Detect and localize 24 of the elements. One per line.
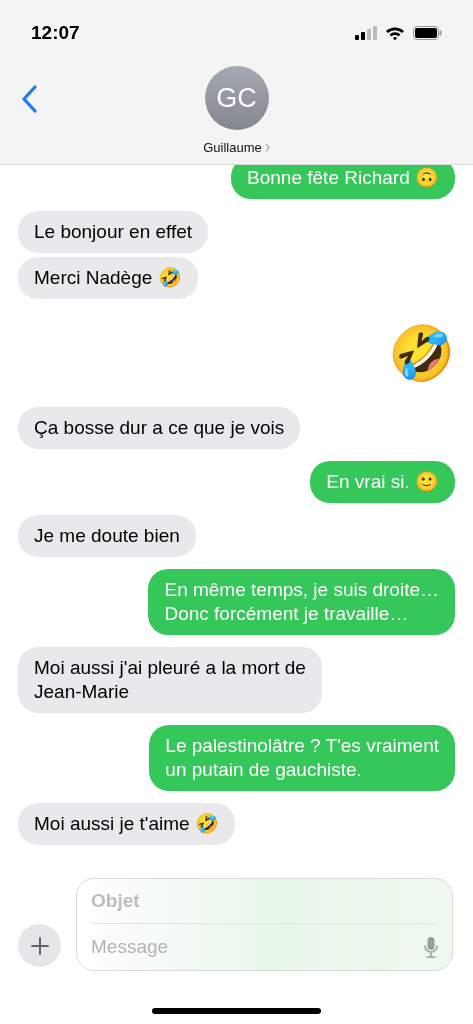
status-time: 12:07 <box>31 20 80 45</box>
emoji-message: 🤣 <box>388 323 455 383</box>
received-message-bubble: Moi aussi je t'aime 🤣 <box>18 803 235 845</box>
microphone-icon <box>424 936 438 958</box>
wifi-icon <box>385 25 405 41</box>
sent-message-bubble: En vrai si. 🙂 <box>310 461 455 503</box>
signal-icon <box>355 26 377 40</box>
back-chevron-icon <box>21 85 37 113</box>
sent-message-bubble: En même temps, je suis droite… Donc forcément je travaille… <box>148 569 455 635</box>
battery-icon <box>413 26 442 40</box>
add-button[interactable] <box>18 924 61 967</box>
received-message-bubble: Moi aussi j'ai pleuré a la mort de Jean-Marie <box>18 647 322 713</box>
contact-name[interactable]: Guillaume <box>203 138 262 158</box>
message-input[interactable]: Message <box>91 932 416 962</box>
compose-field[interactable]: Objet Message <box>76 878 453 971</box>
sent-message-bubble: Le palestinolâtre ? T'es vraiment un putain de gauchiste. <box>149 725 455 791</box>
plus-icon <box>30 936 49 955</box>
received-message-bubble: Ça bosse dur a ce que je vois <box>18 407 301 449</box>
received-message-bubble: Je me doute bien <box>18 515 196 557</box>
received-message-bubble: Merci Nadège 🤣 <box>18 257 198 299</box>
subject-input[interactable]: Objet <box>91 886 438 916</box>
sent-message-bubble: Bonne fête Richard 🙃 <box>231 165 455 199</box>
chevron-right-icon <box>264 143 270 153</box>
received-message-bubble: Le bonjour en effet <box>18 211 209 253</box>
